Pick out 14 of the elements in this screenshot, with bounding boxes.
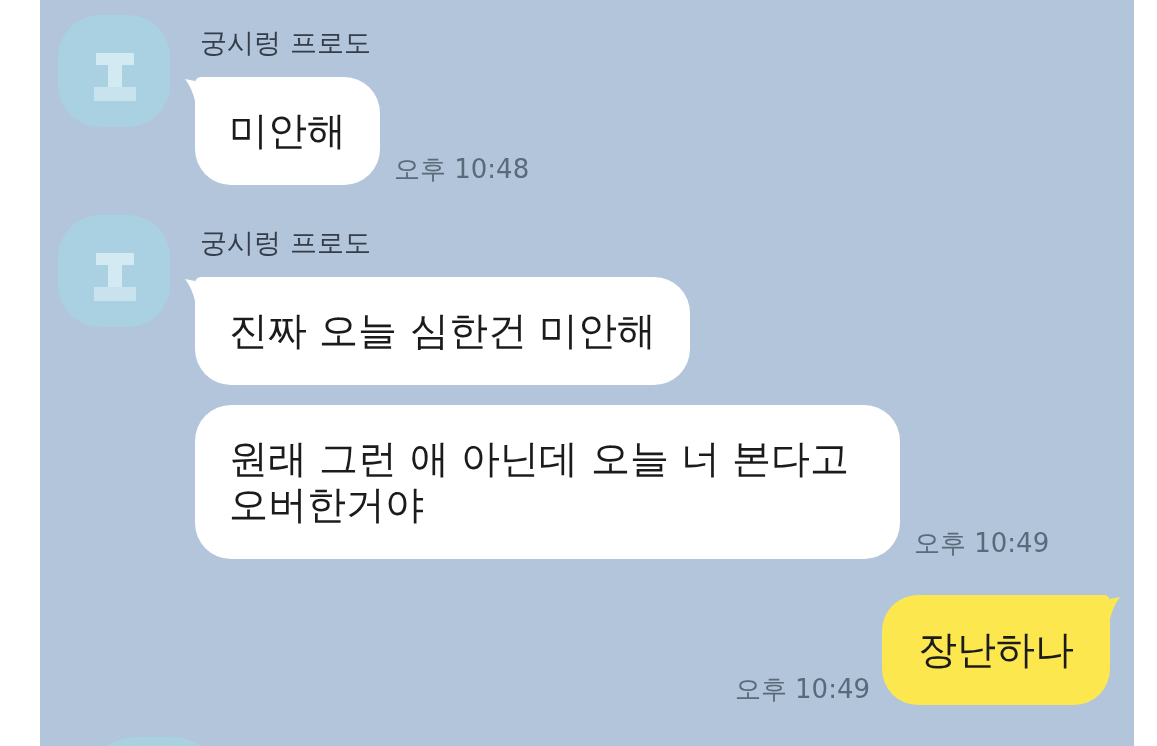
avatar-icon[interactable]: [58, 215, 170, 327]
message-bubble: 장난하나: [882, 595, 1110, 705]
message-bubble: 원래 그런 애 아닌데 오늘 너 본다고 오버한거야: [195, 405, 900, 559]
message-time: 오후 10:49: [734, 674, 870, 704]
message-bubble: 진짜 오늘 심한건 미안해: [195, 277, 691, 385]
sender-name: 궁시렁 프로도: [200, 226, 371, 260]
bubble-tail-icon: [185, 79, 195, 101]
avatar-icon[interactable]: [58, 15, 170, 127]
message-time: 오후 10:49: [914, 528, 1050, 558]
sender-name: 궁시렁 프로도: [200, 26, 371, 60]
message-bubble: 미안해: [195, 77, 380, 185]
bubble-tail-icon: [185, 279, 195, 301]
message-time: 오후 10:48: [394, 154, 530, 184]
bubble-tail-icon: [1110, 597, 1120, 619]
